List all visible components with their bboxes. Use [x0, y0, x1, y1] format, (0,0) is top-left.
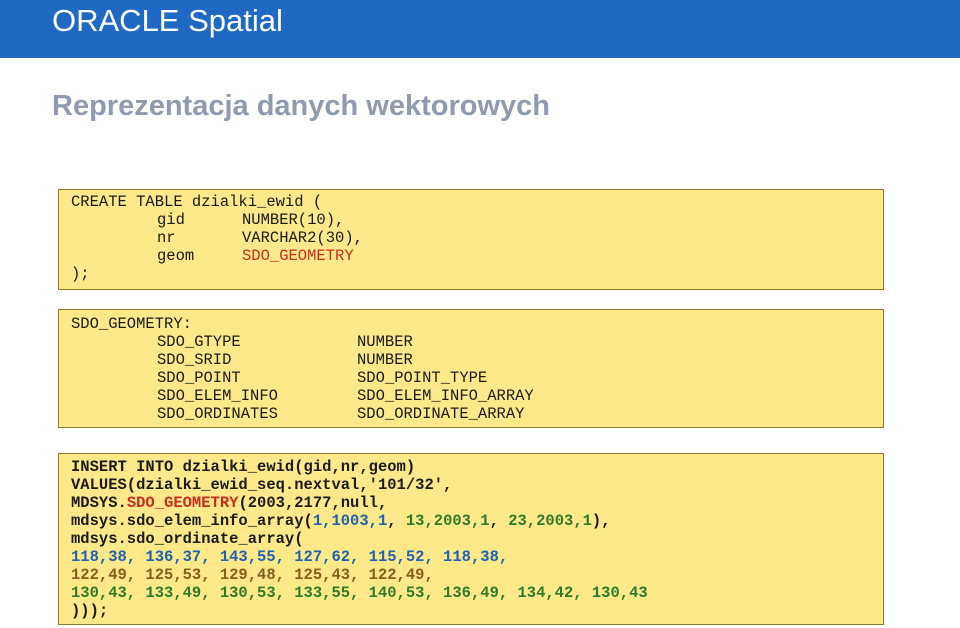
column-type-geometry: SDO_GEOMETRY	[242, 247, 354, 265]
column-name: geom	[157, 247, 195, 265]
code-line: INSERT INTO dzialki_ewid(gid,nr,geom)	[71, 458, 416, 476]
code-line: MDSYS.SDO_GEOMETRY(2003,2177,null,	[71, 494, 387, 512]
code-token: ,	[387, 512, 406, 530]
insert-statement-code-box: INSERT INTO dzialki_ewid(gid,nr,geom) VA…	[58, 453, 884, 625]
field-name: SDO_POINT	[157, 369, 241, 387]
code-token: mdsys.sdo_elem_info_array(	[71, 512, 313, 530]
elem-info-hole-2: 23,2003,1	[508, 512, 592, 530]
code-line: )));	[71, 602, 109, 620]
code-token: ,	[489, 512, 509, 530]
elem-info-outer: 1,1003,1	[312, 512, 388, 530]
column-name: gid	[157, 211, 185, 229]
ordinates-outer-ring: 118,38, 136,37, 143,55, 127,62, 115,52, …	[71, 548, 509, 566]
field-type: NUMBER	[357, 333, 413, 351]
code-token-geometry: SDO_GEOMETRY	[126, 494, 239, 512]
field-type: SDO_POINT_TYPE	[357, 369, 488, 387]
geometry-structure-code-box: SDO_GEOMETRY: SDO_GTYPE NUMBER SDO_SRID …	[58, 309, 884, 428]
field-name: SDO_ELEM_INFO	[157, 387, 278, 405]
code-line: VALUES(dzialki_ewid_seq.nextval,'101/32'…	[71, 476, 453, 494]
code-line: CREATE TABLE dzialki_ewid (	[71, 193, 323, 211]
column-name: nr	[157, 229, 176, 247]
code-token: (2003,2177,null,	[238, 494, 388, 512]
column-type: NUMBER(10),	[242, 211, 345, 229]
code-line: );	[71, 265, 90, 283]
code-line: mdsys.sdo_ordinate_array(	[71, 530, 304, 548]
field-name: SDO_SRID	[157, 351, 232, 369]
code-token: ),	[591, 512, 611, 530]
geometry-header: SDO_GEOMETRY:	[71, 315, 192, 333]
ordinates-hole-1: 122,49, 125,53, 129,48, 125,43, 122,49,	[71, 566, 434, 584]
ordinates-hole-2: 130,43, 133,49, 130,53, 133,55, 140,53, …	[71, 584, 648, 602]
elem-info-hole-1: 13,2003,1	[405, 512, 490, 530]
column-type: VARCHAR2(30),	[242, 229, 363, 247]
code-token: MDSYS.	[71, 494, 127, 512]
field-type: NUMBER	[357, 351, 413, 369]
field-type: SDO_ELEM_INFO_ARRAY	[357, 387, 534, 405]
slide-header: ORACLE Spatial	[0, 0, 960, 58]
create-table-code-box: CREATE TABLE dzialki_ewid ( gid NUMBER(1…	[58, 189, 884, 290]
field-type: SDO_ORDINATE_ARRAY	[357, 405, 525, 423]
field-name: SDO_ORDINATES	[157, 405, 278, 423]
slide-title: ORACLE Spatial	[52, 3, 283, 38]
code-line: mdsys.sdo_elem_info_array(1,1003,1, 13,2…	[71, 512, 611, 530]
slide-subtitle: Reprezentacja danych wektorowych	[52, 90, 550, 122]
field-name: SDO_GTYPE	[157, 333, 241, 351]
